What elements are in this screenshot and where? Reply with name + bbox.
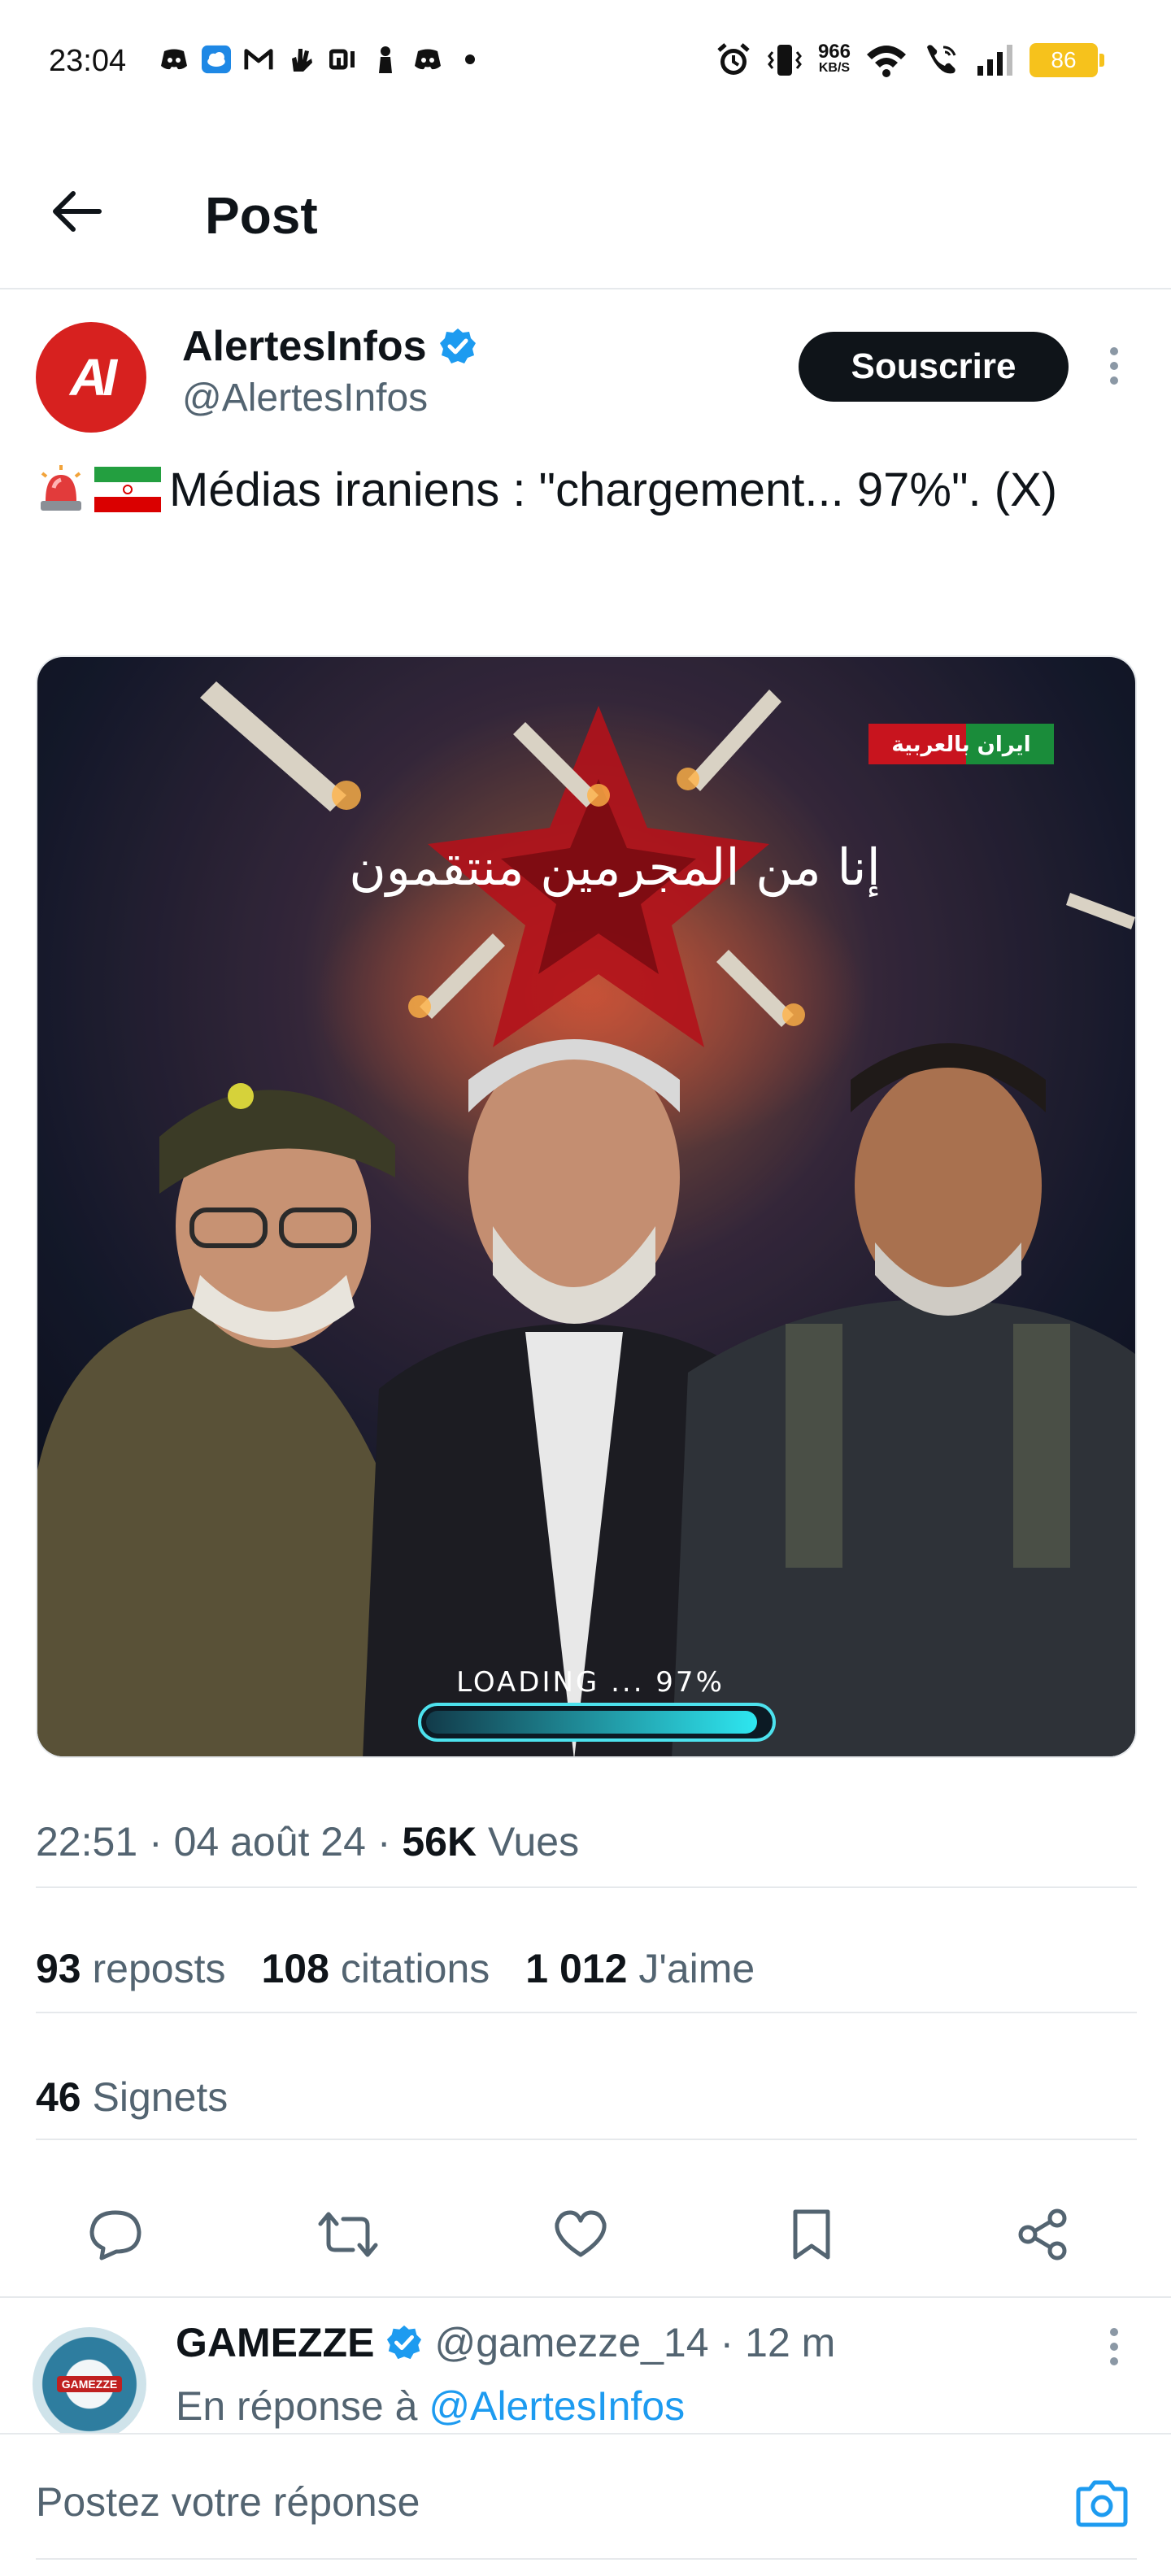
likes-label: J'aime	[638, 1946, 755, 1991]
network-speed: 966 KB/S	[817, 41, 851, 76]
reply-age: 12 m	[745, 2320, 836, 2365]
post-time: 22:51	[36, 1819, 138, 1865]
reposts-label: reposts	[92, 1946, 226, 1991]
arabic-headline: إنا من المجرمين منتقمون	[349, 838, 881, 898]
bookmark-icon	[793, 2209, 830, 2260]
page-title: Post	[205, 186, 318, 245]
divider	[0, 2296, 1171, 2298]
reply-avatar-label: GAMEZZE	[56, 2376, 123, 2392]
loading-bar-fill	[426, 1711, 757, 1734]
reply-composer: Postez votre réponse	[0, 2433, 1171, 2576]
post-image[interactable]: ايران بالعربية إنا من المجرمين منتقمون L…	[36, 655, 1137, 1758]
bookmark-button[interactable]	[779, 2202, 844, 2267]
author-name-row[interactable]: AlertesInfos	[182, 322, 477, 371]
share-button[interactable]	[1010, 2202, 1075, 2267]
quotes-stat[interactable]: 108 citations	[262, 1945, 490, 1992]
heart-icon	[555, 2210, 607, 2257]
camera-button[interactable]	[1065, 2467, 1138, 2540]
reply-avatar[interactable]: GAMEZZE	[33, 2327, 146, 2441]
post-text-content: Médias iraniens : "chargement... 97%". (…	[169, 463, 1058, 516]
comment-icon	[89, 2210, 141, 2261]
share-icon	[1018, 2208, 1067, 2261]
dot-icon	[455, 46, 485, 73]
reposts-count: 93	[36, 1946, 81, 1991]
likes-stat[interactable]: 1 012 J'aime	[525, 1945, 755, 1992]
more-vertical-icon	[1110, 347, 1118, 385]
wifi-call-icon	[927, 45, 956, 74]
more-vertical-icon	[1110, 2328, 1118, 2365]
bookmarks-label: Signets	[92, 2074, 229, 2120]
battery-indicator: 86	[1030, 43, 1104, 77]
author-handle[interactable]: @AlertesInfos	[182, 376, 428, 420]
bookmarks-stat[interactable]: 46 Signets	[36, 2073, 228, 2121]
in-reply-to: En réponse à @AlertesInfos	[176, 2382, 685, 2430]
reply-input[interactable]: Postez votre réponse	[36, 2478, 420, 2526]
reply-more-button[interactable]	[1090, 2322, 1138, 2371]
subscribe-button[interactable]: Souscrire	[799, 332, 1069, 402]
discord-icon	[159, 46, 189, 73]
top-app-bar: Post	[0, 138, 1171, 289]
reply-button[interactable]	[83, 2202, 148, 2267]
vibrate-icon	[768, 45, 802, 76]
brand-text: ايران بالعربية	[891, 733, 1030, 757]
repost-icon	[318, 2212, 378, 2257]
likes-count: 1 012	[525, 1946, 628, 1991]
post-timestamp-row: 22:51 · 04 août 24 · 56K Vues	[36, 1819, 580, 1865]
iran-flag-icon	[94, 467, 161, 512]
author-avatar[interactable]: AI	[36, 322, 146, 433]
verified-badge-icon	[439, 329, 476, 363]
reply-author-name[interactable]: GAMEZZE	[176, 2319, 374, 2366]
author-name[interactable]: AlertesInfos	[182, 322, 427, 371]
divider	[36, 2012, 1137, 2013]
alarm-icon	[717, 43, 750, 75]
status-time: 23:04	[49, 44, 127, 78]
weather-icon	[202, 45, 231, 74]
post-text: Médias iraniens : "chargement... 97%". (…	[36, 460, 1142, 520]
quotes-label: citations	[340, 1946, 490, 1991]
back-button[interactable]	[46, 181, 107, 242]
engagement-stats: 93 reposts 108 citations 1 012 J'aime	[36, 1945, 755, 1992]
status-bar: 23:04 966 KB/S 86	[0, 0, 1171, 122]
avatar-logo: AI	[70, 348, 117, 407]
person-icon	[371, 46, 400, 73]
reply-header: GAMEZZE @gamezze_14 · 12 m	[176, 2319, 836, 2366]
gmail-icon	[244, 46, 273, 73]
post-actions	[0, 2187, 1171, 2277]
arrow-left-icon	[53, 191, 102, 232]
views-count: 56K	[402, 1819, 477, 1865]
system-icons: 966 KB/S 86	[716, 41, 1104, 78]
notification-icons	[159, 45, 485, 74]
police-light-icon	[41, 465, 81, 511]
mi-icon	[329, 46, 358, 73]
in-reply-prefix: En réponse à	[176, 2383, 418, 2429]
post-more-button[interactable]	[1090, 342, 1138, 390]
divider	[36, 1886, 1137, 1888]
discord-icon	[413, 46, 442, 73]
like-button[interactable]	[548, 2202, 613, 2267]
bookmarks-count: 46	[36, 2074, 81, 2120]
views-label: Vues	[488, 1819, 580, 1865]
in-reply-link[interactable]: @AlertesInfos	[429, 2383, 685, 2429]
divider	[36, 2139, 1137, 2140]
media-artwork: ايران بالعربية إنا من المجرمين منتقمون L…	[37, 657, 1135, 1756]
verified-badge-icon	[387, 2325, 422, 2360]
camera-icon	[1076, 2480, 1128, 2527]
loading-text: LOADING ... 97%	[456, 1666, 725, 1699]
reply-author-handle[interactable]: @gamezze_14	[434, 2319, 708, 2366]
brand-badge: ايران بالعربية	[868, 724, 1054, 764]
hand-icon	[286, 46, 316, 73]
composer-underline	[36, 2558, 1137, 2560]
signal-icon	[977, 45, 1012, 76]
reposts-stat[interactable]: 93 reposts	[36, 1945, 226, 1992]
post-date: 04 août 24	[173, 1819, 366, 1865]
repost-button[interactable]	[316, 2202, 381, 2267]
quotes-count: 108	[261, 1946, 329, 1991]
wifi-icon	[867, 46, 906, 77]
